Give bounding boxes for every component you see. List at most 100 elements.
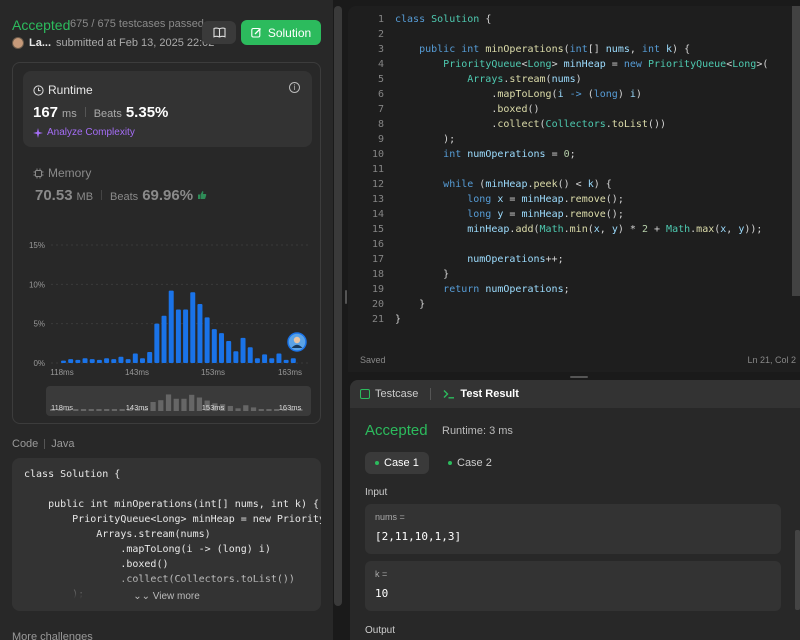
app-root: Accepted 675 / 675 testcases passed La..… [0,0,800,640]
distribution-bar[interactable] [283,359,289,363]
overview-tick-label: 118ms [51,403,73,412]
editor-code[interactable]: class Solution { public int minOperation… [395,12,768,327]
line-number: 7 [377,104,384,115]
distribution-bar[interactable] [254,358,260,363]
distribution-bar[interactable] [154,323,160,363]
distribution-bar[interactable] [68,359,74,363]
pass-dot-icon [375,461,379,465]
k-input-box[interactable]: k = 10 [365,561,781,611]
distribution-bar[interactable] [89,359,95,363]
distribution-bar[interactable] [96,359,102,363]
distribution-bar[interactable] [190,292,196,363]
runtime-box[interactable]: Runtime i 167 ms Beats 5.35% Analyze Com… [23,71,312,147]
resize-handle[interactable] [570,376,588,378]
checkbox-icon [360,389,370,399]
distribution-bar[interactable] [211,329,217,363]
tab-test-result-label: Test Result [460,388,519,400]
submitted-code-preview[interactable]: class Solution { public int minOperation… [12,458,321,611]
sparkle-icon [33,127,43,138]
input-label: Input [365,487,388,498]
overview-bar [88,409,94,411]
view-more-label: View more [152,591,200,602]
analyze-complexity-link[interactable]: Analyze Complexity [33,127,135,138]
submission-status: Accepted [12,17,71,33]
distribution-bar[interactable] [125,359,131,363]
case-1-tab[interactable]: Case 1 [365,452,429,474]
distribution-bar[interactable] [161,315,167,363]
runtime-value: 167 [33,104,59,121]
cursor-position: Ln 21, Col 2 [747,355,796,365]
distribution-bar[interactable] [111,359,117,363]
line-number: 5 [377,74,384,85]
overview-bar [181,398,187,411]
distribution-bar[interactable] [233,351,239,363]
distribution-bar[interactable] [183,309,189,363]
tab-testcase[interactable]: Testcase [360,388,418,400]
test-status: Accepted [365,422,428,439]
overview-bar [243,405,249,411]
distribution-bar[interactable] [132,353,138,363]
double-chevron-down-icon: ⌄⌄ [133,591,150,602]
overview-tick-label: 143ms [126,403,149,412]
line-number: 3 [377,44,384,55]
distribution-bar[interactable] [75,359,81,363]
distribution-bar[interactable] [168,290,174,363]
distribution-bar[interactable] [118,356,124,363]
my-runtime-marker[interactable] [287,332,307,352]
test-panel-scrollbar[interactable] [795,530,800,610]
line-number: 2 [377,29,384,40]
line-number: 14 [371,209,384,220]
user-avatar-marker [293,336,301,344]
distribution-bar[interactable] [197,304,203,363]
overview-bar [104,409,110,411]
testcases-passed: 675 / 675 testcases passed [70,18,204,30]
distribution-bar[interactable] [290,358,296,363]
nums-input-box[interactable]: nums = [2,11,10,1,3] [365,504,781,554]
x-tick-label: 163ms [278,368,302,377]
distribution-bar[interactable] [175,309,181,363]
distribution-bar[interactable] [262,354,268,363]
editorial-button[interactable] [202,21,236,44]
left-scrollbar[interactable] [334,6,342,606]
runtime-value-row: 167 ms Beats 5.35% [33,104,168,121]
tab-test-result[interactable]: Test Result [443,388,519,400]
line-number: 15 [371,224,384,235]
x-tick-label: 153ms [201,368,225,377]
distribution-bar[interactable] [147,351,153,363]
distribution-bar[interactable] [269,358,275,363]
book-icon [212,27,226,38]
distribution-bar[interactable] [247,347,253,363]
distribution-bar[interactable] [276,353,282,363]
distribution-bar[interactable] [204,317,210,363]
overview-tick-label: 163ms [279,403,302,412]
solution-button[interactable]: Solution [241,20,321,45]
line-number: 17 [371,254,384,265]
distribution-bar[interactable] [240,337,246,363]
code-editor[interactable]: 1 2 3 4 5 6 7 8 9 10 11 12 13 14 15 16 17 18 19 20 21 class … [348,6,800,372]
overview-bar [258,409,264,411]
runtime-distribution-chart[interactable]: 15% 10% 5% 0% 118ms 143ms 153ms 163ms 118ms 143… [13,233,322,418]
overview-bar [250,407,257,411]
analyze-label: Analyze Complexity [47,127,135,138]
case-1-label: Case 1 [384,457,419,469]
overview-bar [189,394,195,411]
case-2-tab[interactable]: Case 2 [438,452,502,474]
info-icon[interactable]: i [289,82,300,93]
username[interactable]: La... [29,37,51,49]
memory-label-row[interactable]: Memory [33,166,91,180]
distribution-bar[interactable] [140,358,145,363]
distribution-bar[interactable] [219,333,224,363]
editor-status-bar: Saved Ln 21, Col 2 [348,352,800,372]
distribution-bar[interactable] [61,360,66,363]
distribution-bar[interactable] [82,358,88,363]
stats-card: Runtime i 167 ms Beats 5.35% Analyze Com… [12,62,321,424]
distribution-bar[interactable] [226,340,232,363]
divider-handle[interactable] [345,290,347,304]
distribution-bar[interactable] [104,358,110,363]
output-label: Output [365,625,396,636]
view-more-button[interactable]: ⌄⌄ View more [12,591,321,602]
overview-tick-label: 153ms [202,403,225,412]
editor-scrollbar[interactable] [792,6,800,296]
line-number: 21 [371,314,384,325]
user-avatar[interactable] [12,37,24,49]
